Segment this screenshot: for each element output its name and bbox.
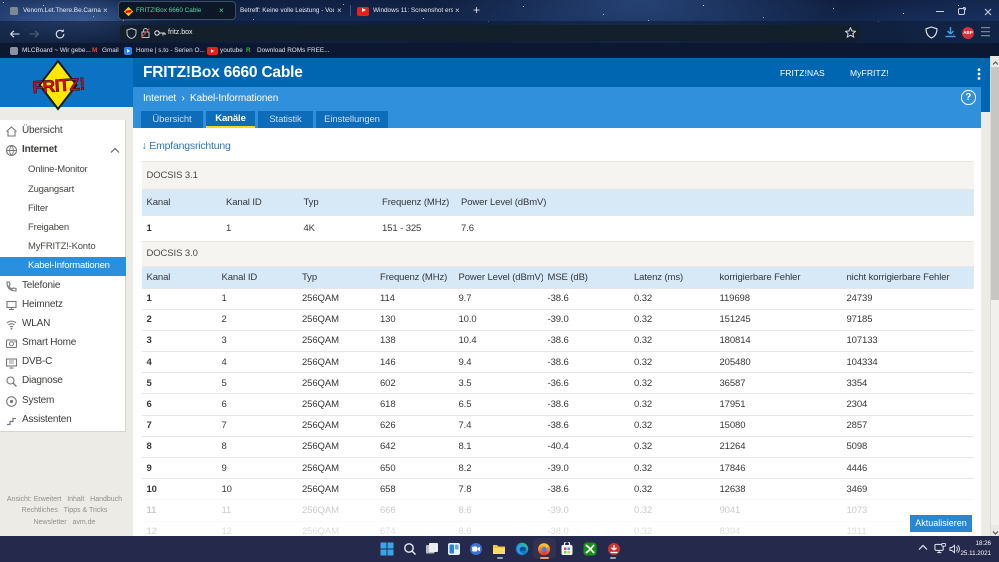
svg-text:FRITZ!: FRITZ! [32, 74, 86, 98]
